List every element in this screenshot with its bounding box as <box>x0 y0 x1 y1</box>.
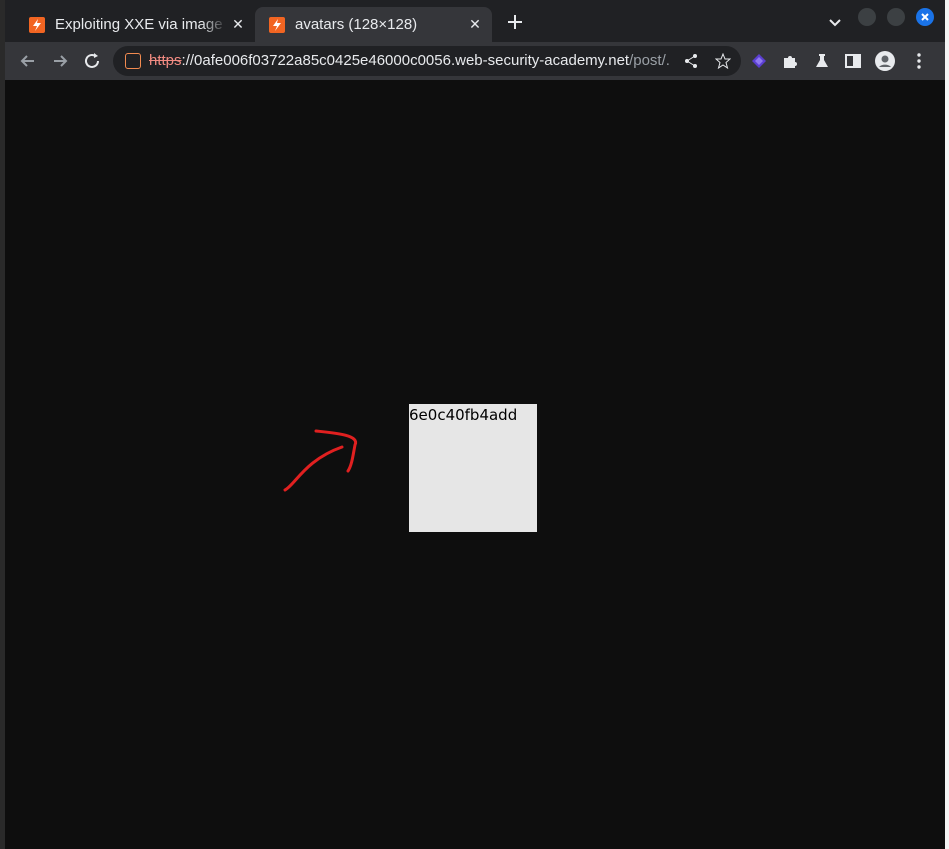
tab-title: Exploiting XXE via image f <box>55 16 227 33</box>
url-path: /post/... <box>629 52 669 69</box>
tab-strip: Exploiting XXE via image f ✕ avatars (12… <box>5 0 945 42</box>
minimize-button[interactable] <box>858 8 876 26</box>
portswigger-favicon-icon <box>29 16 45 33</box>
red-arrow-annotation <box>283 429 358 492</box>
share-icon[interactable] <box>683 53 699 69</box>
tab-avatars[interactable]: avatars (128×128) ✕ <box>255 7 492 42</box>
avatar-text: 6e0c40fb4add <box>409 406 518 424</box>
site-info-icon[interactable] <box>125 53 141 69</box>
reload-icon[interactable] <box>81 50 103 72</box>
maximize-button[interactable] <box>887 8 905 26</box>
forward-icon[interactable] <box>49 50 71 72</box>
url-scheme: https <box>149 52 182 69</box>
tab-close-icon[interactable]: ✕ <box>464 16 486 33</box>
menu-icon[interactable] <box>909 51 929 71</box>
profile-icon[interactable] <box>875 51 895 71</box>
puzzle-icon[interactable] <box>780 51 800 71</box>
page-content: 6e0c40fb4add <box>5 80 945 849</box>
portswigger-favicon-icon <box>269 16 285 33</box>
url-host: ://0afe006f03722a85c0425e46000c0056.web-… <box>181 52 630 69</box>
sidepanel-icon[interactable] <box>843 51 863 71</box>
address-bar[interactable]: https://0afe006f03722a85c0425e46000c0056… <box>113 46 741 76</box>
browser-window: Exploiting XXE via image f ✕ avatars (12… <box>5 0 945 849</box>
star-icon[interactable] <box>714 52 732 70</box>
avatar-image: 6e0c40fb4add <box>409 404 537 532</box>
new-tab-plus-icon[interactable] <box>503 10 527 34</box>
tab-exploiting-xxe[interactable]: Exploiting XXE via image f ✕ <box>15 7 255 42</box>
extension-icon[interactable] <box>749 51 769 71</box>
back-icon[interactable] <box>17 50 39 72</box>
url-text[interactable]: https://0afe006f03722a85c0425e46000c0056… <box>149 52 669 69</box>
toolbar: https://0afe006f03722a85c0425e46000c0056… <box>5 42 945 80</box>
window-close-button[interactable] <box>916 8 934 26</box>
tab-title: avatars (128×128) <box>295 16 418 33</box>
lab-icon[interactable] <box>812 51 832 71</box>
tab-close-icon[interactable]: ✕ <box>227 16 249 33</box>
chevron-down-icon[interactable] <box>825 12 845 32</box>
